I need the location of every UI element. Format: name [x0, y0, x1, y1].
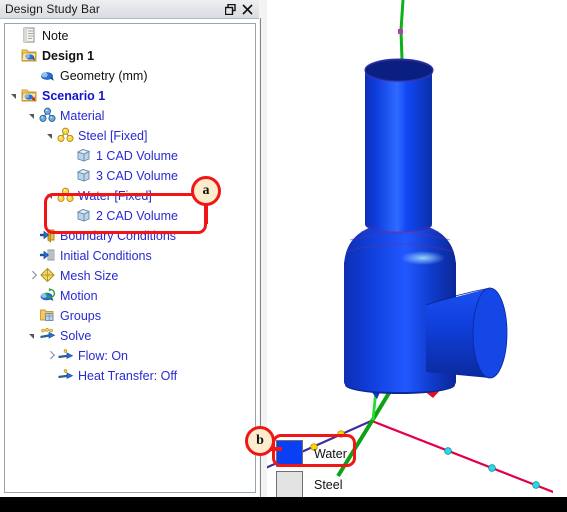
- axis-marker-yellow-1: [337, 430, 345, 438]
- tree-item-flow[interactable]: Flow: On: [45, 346, 128, 366]
- tree-item-boundary-conditions[interactable]: Boundary Conditions: [27, 226, 176, 246]
- tree-item-note[interactable]: Note: [9, 26, 68, 46]
- tree-label-motion: Motion: [60, 289, 98, 303]
- tree-label-boundary-conditions: Boundary Conditions: [60, 229, 177, 243]
- tree-item-material[interactable]: Material: [27, 106, 104, 126]
- tree-label-design-1: Design 1: [42, 49, 95, 63]
- boundary-conditions-icon: [39, 227, 57, 245]
- scenario-icon: [21, 87, 39, 105]
- tree-item-cad-volume-3[interactable]: 3 CAD Volume: [75, 166, 178, 186]
- tree-label-flow: Flow: On: [78, 349, 129, 363]
- cad-volume-icon: [75, 147, 93, 165]
- expander-none: [27, 226, 39, 246]
- tree-label-cad-volume-3: 3 CAD Volume: [96, 169, 178, 183]
- tree-label-material: Material: [60, 109, 105, 123]
- flow-icon: [57, 367, 75, 385]
- expander-solve[interactable]: [27, 326, 39, 346]
- tree-item-cad-volume-1[interactable]: 1 CAD Volume: [75, 146, 178, 166]
- flow-icon: [57, 347, 75, 365]
- geometry-icon: [39, 67, 57, 85]
- app-root: Water Steel Design Study Bar Note Design…: [0, 0, 567, 512]
- close-icon[interactable]: [240, 2, 255, 17]
- tree-label-steel: Steel [Fixed]: [78, 129, 148, 143]
- tree-item-scenario-1[interactable]: Scenario 1: [9, 86, 105, 106]
- material-yellow-icon: [57, 127, 75, 145]
- solve-icon: [39, 327, 57, 345]
- tree-item-initial-conditions[interactable]: Initial Conditions: [27, 246, 152, 266]
- model-neck: [365, 70, 432, 232]
- panel-titlebar: Design Study Bar: [0, 0, 259, 19]
- mesh-size-icon: [39, 267, 57, 285]
- tree-item-groups[interactable]: Groups: [27, 306, 101, 326]
- legend-swatch-steel: [276, 471, 303, 497]
- axis-marker-cyan-2: [488, 464, 496, 472]
- legend-label-steel: Steel: [314, 477, 343, 492]
- legend-label-water: Water: [314, 446, 347, 461]
- tree-label-geometry: Geometry (mm): [60, 69, 148, 83]
- expander-none: [27, 306, 39, 326]
- tree-label-heat-transfer: Heat Transfer: Off: [78, 369, 178, 383]
- model-neck-opening: [364, 58, 434, 82]
- motion-icon: [39, 287, 57, 305]
- tree-item-water[interactable]: Water [Fixed]: [45, 186, 152, 206]
- callout-marker-b: b: [245, 426, 275, 456]
- expander-mesh-size[interactable]: [27, 266, 39, 286]
- expander-material[interactable]: [27, 106, 39, 126]
- expander-scenario-1[interactable]: [9, 86, 21, 106]
- cad-volume-icon: [75, 207, 93, 225]
- material-yellow-icon: [57, 187, 75, 205]
- expander-none: [9, 46, 21, 66]
- expander-none: [45, 366, 57, 386]
- panel-title: Design Study Bar: [5, 2, 100, 16]
- expander-flow[interactable]: [45, 346, 57, 366]
- design-icon: [21, 47, 39, 65]
- expander-water[interactable]: [45, 186, 57, 206]
- groups-icon: [39, 307, 57, 325]
- model-side-nozzle-cap: [472, 287, 508, 379]
- expander-none: [27, 66, 39, 86]
- tree-item-cad-volume-2[interactable]: 2 CAD Volume: [75, 206, 178, 226]
- expander-none: [27, 246, 39, 266]
- legend-item-water[interactable]: Water: [276, 438, 347, 469]
- 3d-model-svg: [266, 0, 567, 497]
- tree-label-note: Note: [42, 29, 69, 43]
- axis-marker-cyan-1: [444, 447, 452, 455]
- legend-item-steel[interactable]: Steel: [276, 469, 347, 497]
- tree-item-solve[interactable]: Solve: [27, 326, 91, 346]
- tree-item-mesh-size[interactable]: Mesh Size: [27, 266, 118, 286]
- tree-item-heat-transfer[interactable]: Heat Transfer: Off: [45, 366, 177, 386]
- legend-swatch-water: [276, 440, 303, 467]
- axis-marker-cyan-3: [532, 481, 540, 489]
- tree-label-initial-conditions: Initial Conditions: [60, 249, 152, 263]
- tree-item-steel[interactable]: Steel [Fixed]: [45, 126, 147, 146]
- cad-volume-icon: [75, 167, 93, 185]
- right-margin: [553, 0, 567, 497]
- material-icon: [39, 107, 57, 125]
- restore-window-icon[interactable]: [223, 2, 238, 17]
- model-specular-highlight: [401, 251, 445, 265]
- callout-marker-a: a: [191, 176, 221, 206]
- tree-label-cad-volume-2: 2 CAD Volume: [96, 209, 178, 223]
- design-study-bar-panel: Design Study Bar Note Design 1 Geometry …: [0, 0, 259, 497]
- tree-item-motion[interactable]: Motion: [27, 286, 98, 306]
- expander-none: [27, 286, 39, 306]
- material-legend: Water Steel: [276, 438, 347, 497]
- initial-conditions-icon: [39, 247, 57, 265]
- note-icon: [21, 27, 39, 45]
- expander-steel[interactable]: [45, 126, 57, 146]
- expander-none: [9, 26, 21, 46]
- tree-label-groups: Groups: [60, 309, 101, 323]
- tree-label-cad-volume-1: 1 CAD Volume: [96, 149, 178, 163]
- tree-item-design-1[interactable]: Design 1: [9, 46, 94, 66]
- 3d-viewport[interactable]: Water Steel: [266, 0, 567, 497]
- tree-label-water: Water [Fixed]: [78, 189, 152, 203]
- design-study-tree[interactable]: Note Design 1 Geometry (mm) Scenario 1 M…: [4, 23, 256, 493]
- tree-label-solve: Solve: [60, 329, 92, 343]
- tree-label-mesh-size: Mesh Size: [60, 269, 119, 283]
- tree-label-scenario-1: Scenario 1: [42, 89, 106, 103]
- axis-point-marker: [398, 29, 403, 34]
- bottom-black-bar: [0, 497, 567, 512]
- tree-item-geometry[interactable]: Geometry (mm): [27, 66, 148, 86]
